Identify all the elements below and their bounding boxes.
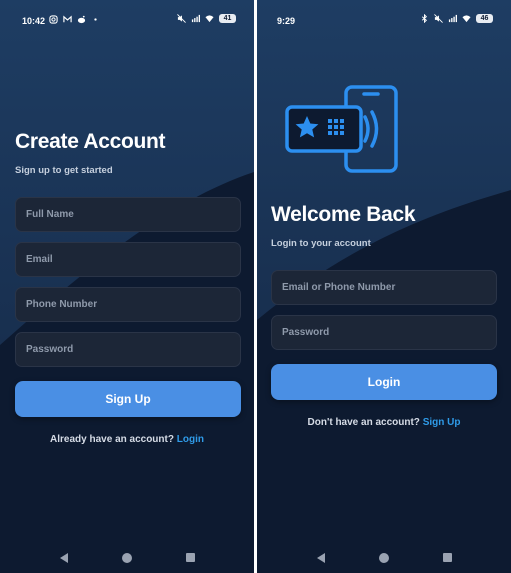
signal-icon xyxy=(191,14,200,23)
signup-screen: 10:42 41 Create Account Sign up to get s… xyxy=(0,0,254,573)
navigation-bar xyxy=(257,549,511,569)
page-title: Welcome Back xyxy=(271,203,416,226)
login-prompt: Already have an account? Login xyxy=(0,434,254,445)
recents-icon[interactable] xyxy=(443,553,452,562)
password-field[interactable] xyxy=(271,315,497,350)
system-icons: 41 xyxy=(177,14,236,23)
home-icon[interactable] xyxy=(379,553,389,563)
wifi-icon xyxy=(205,15,214,23)
signup-link[interactable]: Sign Up xyxy=(423,417,461,428)
recents-icon[interactable] xyxy=(186,553,195,562)
login-prompt-text: Already have an account? xyxy=(50,434,174,445)
full-name-input[interactable] xyxy=(26,209,240,220)
page-title: Create Account xyxy=(15,130,166,153)
notification-icons xyxy=(49,15,100,24)
phone-number-input[interactable] xyxy=(26,299,240,310)
status-time: 9:29 xyxy=(277,16,296,26)
page-subtitle: Sign up to get started xyxy=(15,165,113,176)
email-field[interactable] xyxy=(15,242,241,277)
page-subtitle: Login to your account xyxy=(271,238,371,249)
system-icons: 46 xyxy=(420,14,493,23)
nfc-card-phone-icon xyxy=(285,85,398,173)
email-or-phone-field[interactable] xyxy=(271,270,497,305)
instagram-icon xyxy=(49,15,58,24)
login-link[interactable]: Login xyxy=(177,434,204,445)
wifi-icon xyxy=(462,15,471,23)
home-icon[interactable] xyxy=(122,553,132,563)
status-bar: 9:29 46 xyxy=(257,0,511,40)
back-icon[interactable] xyxy=(316,552,326,564)
signal-icon xyxy=(448,14,457,23)
signup-prompt: Don't have an account? Sign Up xyxy=(257,417,511,428)
phone-number-field[interactable] xyxy=(15,287,241,322)
status-bar: 10:42 41 xyxy=(0,0,254,40)
full-name-field[interactable] xyxy=(15,197,241,232)
reddit-icon xyxy=(77,15,86,24)
mute-icon xyxy=(177,14,186,23)
mute-icon xyxy=(434,14,443,23)
login-screen: 9:29 46 Welcome Back Login to your accou… xyxy=(257,0,511,573)
status-time: 10:42 xyxy=(22,16,46,26)
password-field[interactable] xyxy=(15,332,241,367)
gmail-icon xyxy=(63,15,72,23)
dot-icon xyxy=(94,18,97,21)
email-or-phone-input[interactable] xyxy=(282,282,496,293)
sign-up-button[interactable]: Sign Up xyxy=(15,381,241,417)
battery-indicator: 46 xyxy=(476,14,493,23)
navigation-bar xyxy=(0,549,254,569)
password-input[interactable] xyxy=(26,344,240,355)
back-icon[interactable] xyxy=(59,552,69,564)
bluetooth-icon xyxy=(421,14,428,23)
password-input[interactable] xyxy=(282,327,496,338)
email-input[interactable] xyxy=(26,254,240,265)
battery-indicator: 41 xyxy=(219,14,236,23)
signup-prompt-text: Don't have an account? xyxy=(307,417,420,428)
login-button[interactable]: Login xyxy=(271,364,497,400)
